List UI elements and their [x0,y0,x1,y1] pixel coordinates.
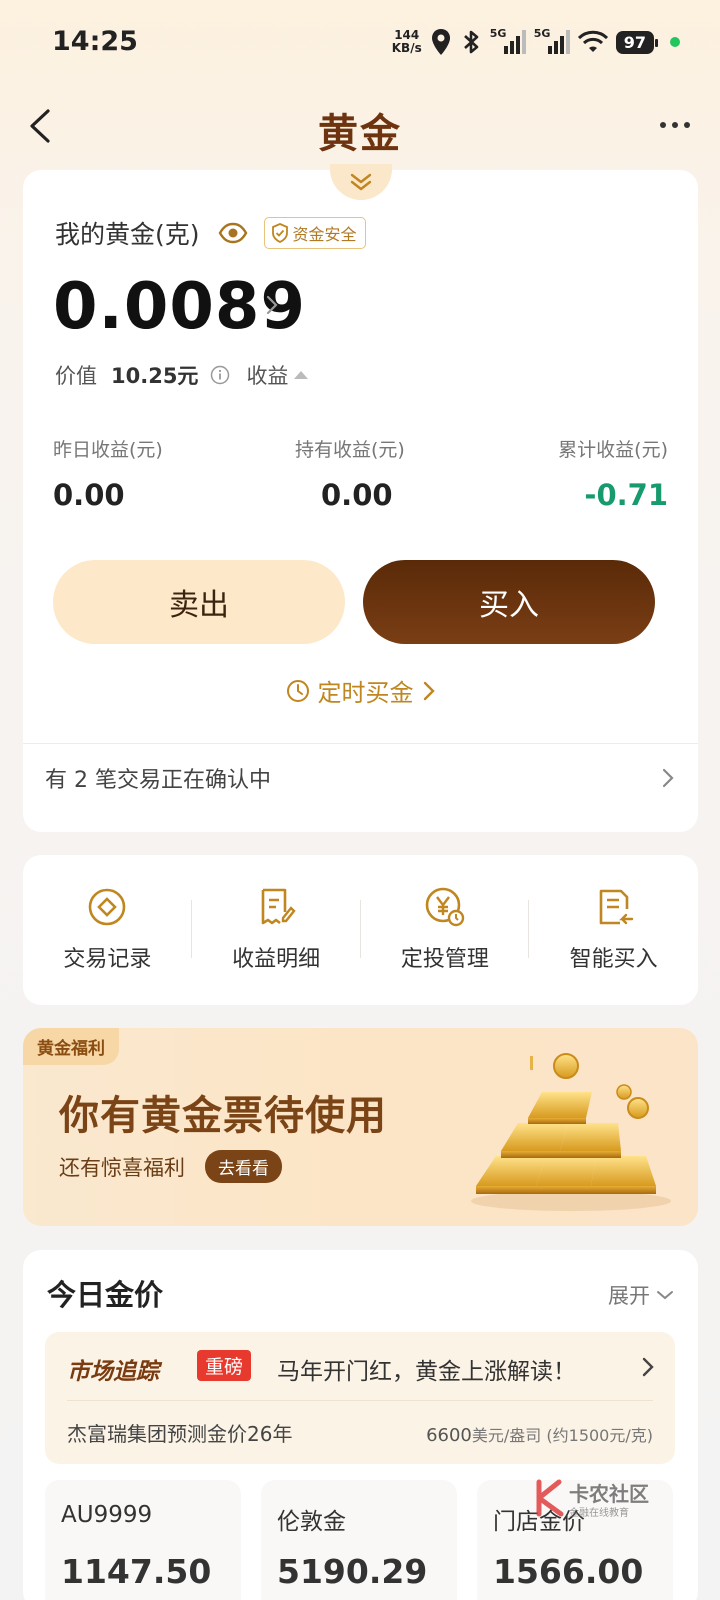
banner-subtitle: 还有惊喜福利 [59,1156,185,1180]
tile-price: 5190.29 [277,1552,428,1591]
buy-button[interactable]: 买入 [363,560,655,644]
status-icons: 144 KB/s 5G 5G 97 [392,24,680,60]
sell-button[interactable]: 卖出 [53,560,345,644]
bluetooth-icon [463,30,479,54]
signal-sim1-icon: 5G [489,27,526,54]
tile-name: AU9999 [61,1502,153,1528]
action-label: 智能买入 [569,947,658,972]
divider [67,1400,653,1401]
document-return-icon [599,889,633,925]
watermark: 卡农社区 金融在线教育 [535,1476,655,1522]
sim1-label: 5G [489,27,507,40]
shield-check-icon [271,223,288,243]
section-title: 今日金价 [47,1278,164,1312]
fund-safety-label: 资金安全 [292,225,357,244]
chevron-right-icon[interactable] [263,292,281,318]
status-bar: 14:25 144 KB/s 5G 5G 97 [0,0,720,90]
timed-buy-label: 定时买金 [317,679,414,707]
gold-voucher-banner[interactable]: 黄金福利 你有黄金票待使用 还有惊喜福利 去看看 [23,1028,698,1226]
timed-buy-link[interactable]: 定时买金 [23,673,698,708]
stat-cumulative: 累计收益(元) -0.71 [558,435,668,512]
double-chevron-down-icon [350,173,372,191]
pending-transactions[interactable]: 有 2 笔交易正在确认中 [45,762,271,794]
more-options-icon[interactable] [658,115,692,135]
stat-value: 0.00 [53,478,125,512]
forecast-price: 6600美元/盎司 (约1500元/克) [426,1422,653,1446]
target-icon [89,888,126,926]
forecast-desc: 杰富瑞集团预测金价26年 [67,1422,293,1446]
signal-sim2-icon: 5G [533,27,570,54]
divider [23,743,698,744]
network-speed: 144 KB/s [392,29,422,55]
value-row: 价值 10.25元 收益 [55,360,309,390]
tile-price: 1566.00 [493,1552,644,1591]
banner-tag: 黄金福利 [23,1028,119,1065]
active-dot-icon [670,37,680,47]
quick-actions: 交易记录 收益明细 定投管理 智能买入 [23,855,698,1005]
chevron-down-icon [657,1291,673,1300]
chevron-right-icon[interactable] [660,766,676,790]
forecast-price-unit: 美元/盎司 [471,1426,542,1445]
caret-up-icon [294,371,309,379]
holdings-header: 我的黄金(克) 资金安全 [55,215,366,251]
stat-label: 持有收益(元) [295,439,405,461]
yen-clock-icon [425,887,465,927]
action-label: 定投管理 [400,947,489,972]
collapse-toggle[interactable] [330,164,392,200]
receipt-edit-icon [261,888,296,925]
status-time: 14:25 [52,26,138,57]
chevron-right-icon [423,681,435,700]
income-toggle[interactable]: 收益 [246,360,288,390]
value-amount: 10.25元 [111,364,199,388]
stat-label: 昨日收益(元) [53,439,163,461]
action-label: 收益明细 [232,947,321,972]
holdings-label: 我的黄金(克) [55,220,200,249]
clock-icon [286,679,309,702]
stat-holding: 持有收益(元) 0.00 [295,435,405,512]
today-gold-price-card: 今日金价 展开 市场追踪 重磅 马年开门红，黄金上涨解读！ 杰富瑞集团预测金价2… [23,1250,698,1600]
fund-safety-badge[interactable]: 资金安全 [263,217,366,249]
stat-value: 0.00 [321,478,393,512]
location-icon [431,29,450,55]
forecast-approx: (约1500元/克) [546,1426,653,1445]
market-headline: 马年开门红，黄金上涨解读！ [277,1359,576,1385]
nav-bar: 黄金 [0,95,720,159]
action-label: 交易记录 [63,947,152,972]
holdings-card: 我的黄金(克) 资金安全 0.0089 价值 10.25元 收益 昨日收益(元)… [23,164,698,832]
expand-button[interactable]: 展开 [608,1280,674,1310]
eye-icon[interactable] [218,222,248,244]
watermark-logo-icon [536,1479,564,1517]
gold-bars-illustration [471,1053,671,1211]
market-tracking-panel[interactable]: 市场追踪 重磅 马年开门红，黄金上涨解读！ 杰富瑞集团预测金价26年 6600美… [45,1332,675,1464]
battery-indicator: 97 [615,30,659,54]
wifi-icon [577,30,608,52]
network-speed-unit: KB/s [391,41,422,55]
watermark-text: 卡农社区 [569,1482,649,1506]
watermark-subtext: 金融在线教育 [569,1508,629,1519]
action-transaction-records[interactable]: 交易记录 [23,855,192,1005]
value-label: 价值 [55,364,97,388]
expand-label: 展开 [608,1284,650,1308]
action-auto-invest[interactable]: 定投管理 [361,855,530,1005]
banner-title: 你有黄金票待使用 [59,1093,387,1139]
tile-price: 1147.50 [61,1552,212,1591]
page-title: 黄金 [318,111,402,157]
price-tile-au9999[interactable]: AU9999 1147.50 [45,1480,241,1600]
info-icon[interactable] [210,365,230,385]
stat-yesterday: 昨日收益(元) 0.00 [53,435,163,512]
price-tile-london-gold[interactable]: 伦敦金 5190.29 [261,1480,457,1600]
market-tracking-logo: 市场追踪 [67,1359,159,1385]
forecast-price-value: 6600 [426,1425,472,1446]
sim2-label: 5G [533,27,551,40]
action-smart-buy[interactable]: 智能买入 [529,855,698,1005]
stat-value: -0.71 [584,478,668,512]
chevron-right-icon [642,1357,654,1377]
banner-button[interactable]: 去看看 [205,1150,282,1183]
action-income-details[interactable]: 收益明细 [192,855,361,1005]
stat-label: 累计收益(元) [558,439,668,461]
headline-tag: 重磅 [197,1350,252,1381]
tile-name: 伦敦金 [277,1509,346,1535]
